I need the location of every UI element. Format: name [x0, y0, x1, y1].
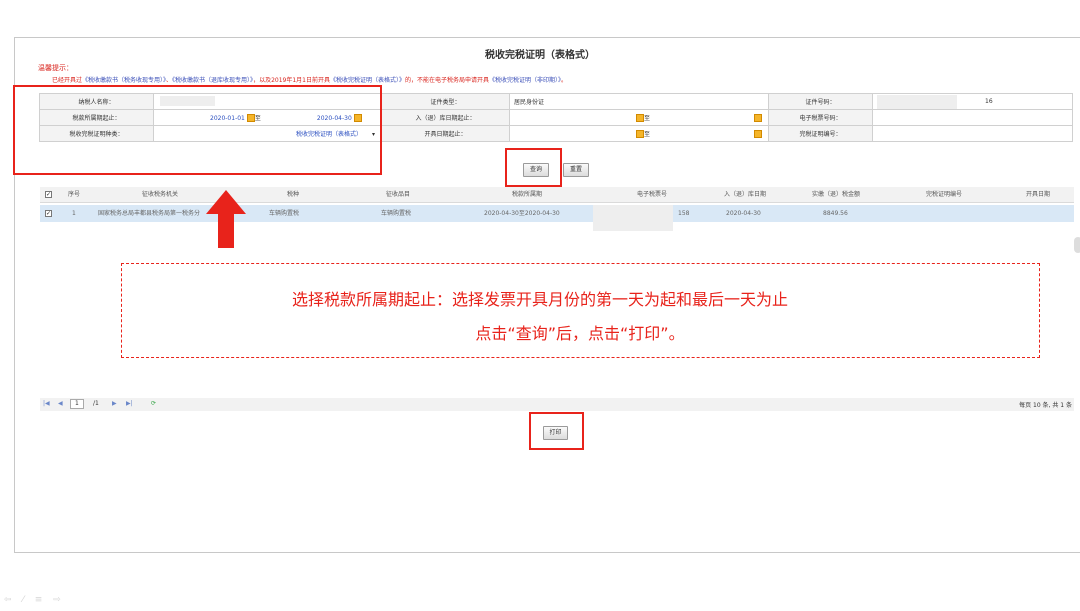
cert-type-field[interactable]: 居民身份证 [509, 93, 769, 110]
proof-no-label: 完税证明编号： [768, 125, 873, 142]
issue-date-label: 开具日期起止： [381, 125, 510, 142]
col-header: 实缴（退）税金额 [812, 191, 861, 198]
row-tax-type: 车辆购置税 [269, 210, 300, 217]
row-no: 1 [72, 210, 76, 217]
tip-link-4[interactable]: 《税收完税证明（非印期）》 [489, 77, 561, 84]
page-title: 税收完税证明（表格式） [485, 50, 595, 61]
cert-no-field[interactable]: 16 [872, 93, 1073, 110]
select-all-checkbox[interactable]: ✓ [45, 191, 52, 198]
tip-link-3[interactable]: 《税收完税证明（表格式）》 [330, 77, 405, 84]
issue-to-label: 至 [644, 130, 651, 138]
calendar-icon[interactable] [754, 114, 763, 123]
prev-page-icon[interactable]: ◀ [58, 400, 63, 407]
pagination-bar: |◀ ◀ 1 /1 ▶ ▶| ⟳ 每页 10 条, 共 1 条 [40, 398, 1074, 411]
col-header: 完税证明编号 [926, 191, 963, 198]
proof-no-field[interactable] [872, 125, 1073, 142]
row-authority: 国家税务总局丰都县税务局第一税务分 [98, 210, 201, 217]
e-ticket-field[interactable] [872, 109, 1073, 126]
tip-heading: 温馨提示： [38, 64, 73, 72]
row-period: 2020-04-30至2020-04-30 [484, 210, 560, 217]
storage-date-field[interactable]: 至 [509, 109, 769, 126]
e-ticket-label: 电子税票号码： [768, 109, 873, 126]
total-pages: /1 [93, 400, 99, 407]
first-page-icon[interactable]: |◀ [43, 400, 50, 407]
red-arrow-icon [206, 190, 246, 214]
pager-summary: 每页 10 条, 共 1 条 [1019, 402, 1072, 409]
tip-mid: 的，不能在电子税务局申请开具 [404, 77, 489, 84]
grid-header: ✓ 序号 征收税务机关 税种 征收品目 税款所属期 电子税票号 入（退）库日期 … [40, 187, 1074, 203]
table-row[interactable]: ✓ 1 国家税务总局丰都县税务局第一税务分 车辆购置税 车辆购置税 2020-0… [40, 205, 1074, 231]
cert-type-label: 证件类型： [381, 93, 510, 110]
col-header: 序号 [68, 191, 81, 198]
col-header: 开具日期 [1026, 191, 1051, 198]
col-header: 入（退）库日期 [724, 191, 767, 198]
last-page-icon[interactable]: ▶| [126, 400, 133, 407]
annotation-line-1: 选择税款所属期起止：选择发票开具月份的第一天为起和最后一天为止 [291, 290, 788, 309]
tip-end: 。 [561, 77, 568, 84]
annotation-line-2: 点击“查询”后，点击“打印”。 [475, 324, 685, 343]
redacted-mask [593, 205, 673, 231]
row-amount: 8849.56 [823, 210, 848, 217]
highlight-query-box [505, 148, 562, 187]
storage-date-label: 入（退）库日期起止： [381, 109, 510, 126]
refresh-icon[interactable]: ⟳ [151, 400, 156, 407]
col-header: 税种 [287, 191, 300, 198]
cert-no-tail: 16 [985, 98, 993, 105]
col-header: 征收税务机关 [142, 191, 179, 198]
next-page-icon[interactable]: ▶ [112, 400, 117, 407]
tip-sep-2: ，以及2019年1月1日前开具 [253, 77, 330, 84]
page-number-input[interactable]: 1 [70, 399, 84, 409]
issue-date-field[interactable]: 至 [509, 125, 769, 142]
calendar-icon[interactable] [636, 130, 644, 139]
scroll-handle[interactable] [1074, 237, 1080, 253]
red-arrow-shaft [218, 213, 234, 248]
highlight-period-box [13, 85, 382, 175]
reset-button[interactable]: 重置 [563, 163, 589, 177]
tip-link-2[interactable]: 《税收缴款书（退库收现专用）》 [172, 77, 253, 84]
tip-text: 已经开具过《税收缴款书（税务收现专用）》、《税收缴款书（退库收现专用）》，以及2… [52, 75, 567, 84]
highlight-print-box [529, 412, 584, 450]
calendar-icon[interactable] [754, 130, 763, 139]
redacted-mask [877, 94, 957, 109]
col-header: 电子税票号 [637, 191, 668, 198]
calendar-icon[interactable] [636, 114, 644, 123]
tip-link-1[interactable]: 《税收缴款书（税务收现专用）》 [82, 77, 166, 84]
row-item: 车辆购置税 [381, 210, 412, 217]
toolbar-icons: ⇦ ⁄ ≡ ⇨ [4, 595, 65, 605]
col-header: 税款所属期 [512, 191, 543, 198]
storage-to-label: 至 [644, 114, 651, 122]
cert-no-label: 证件号码： [768, 93, 873, 110]
col-header: 征收品目 [386, 191, 411, 198]
row-ticket-no: 158 [678, 210, 690, 217]
row-checkbox[interactable]: ✓ [45, 210, 52, 217]
tip-text-pre: 已经开具过 [52, 77, 83, 84]
row-storage-date: 2020-04-30 [726, 210, 761, 217]
